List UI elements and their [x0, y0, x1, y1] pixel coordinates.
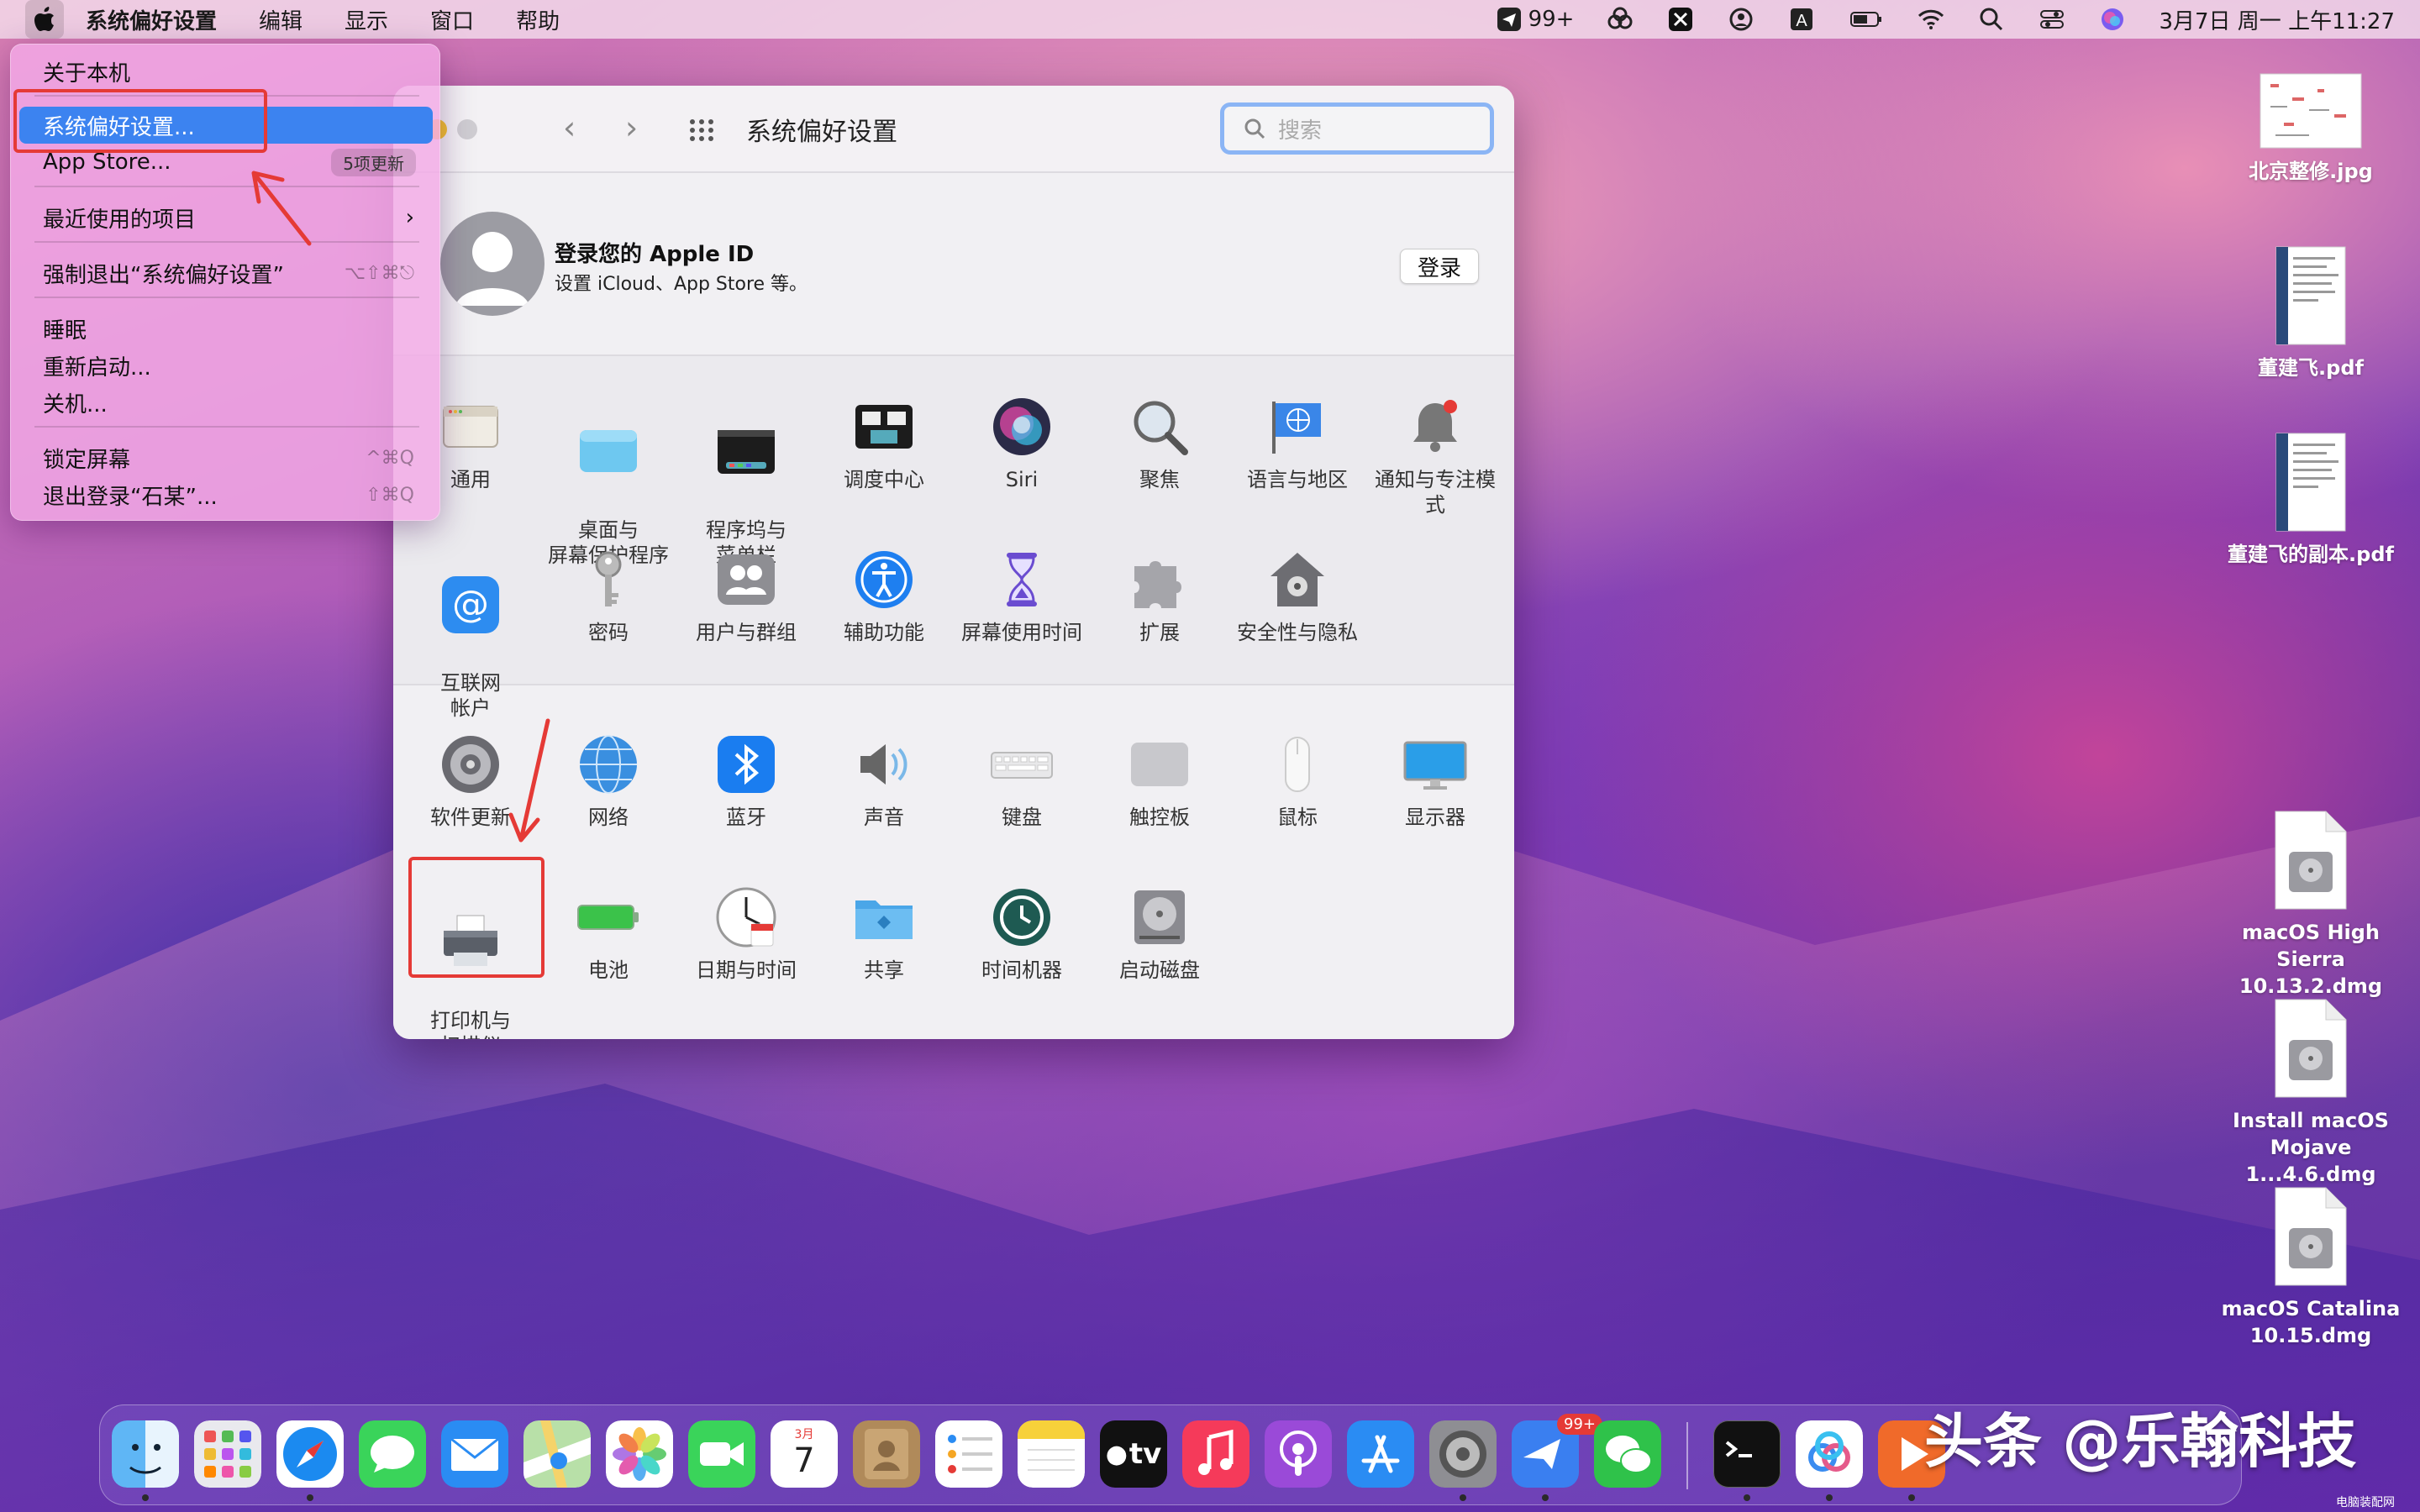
- watermark-small: 电脑装配网: [2336, 1496, 2395, 1509]
- facetime-icon[interactable]: [688, 1420, 755, 1488]
- terminal-icon[interactable]: [1713, 1420, 1781, 1488]
- running-indicator: [1744, 1494, 1750, 1501]
- file-name: macOS Catalina 10.15.dmg: [2221, 1297, 2401, 1347]
- disk-image-icon: [2275, 999, 2347, 1098]
- desktop-file[interactable]: macOS High Sierra 10.13.2.dmg: [2210, 810, 2412, 1000]
- calendar-day: 7: [793, 1441, 815, 1480]
- file-name: 董建飞的副本.pdf: [2228, 543, 2394, 566]
- feishu-icon[interactable]: 99+: [1512, 1414, 1602, 1488]
- contacts-icon[interactable]: [853, 1420, 920, 1488]
- apple-tv-icon[interactable]: ● tv: [1100, 1420, 1167, 1488]
- desktop-file[interactable]: Install macOS Mojave 1...4.6.dmg: [2210, 998, 2412, 1188]
- music-icon[interactable]: [1182, 1420, 1249, 1488]
- running-indicator: [1460, 1494, 1466, 1501]
- photos-icon[interactable]: [606, 1420, 673, 1488]
- calendar-month: 3月: [794, 1428, 814, 1441]
- calendar-icon[interactable]: 3月 7: [771, 1420, 838, 1488]
- running-indicator: [1908, 1494, 1915, 1501]
- watermark: 头条 @乐翰科技: [1924, 1407, 2357, 1476]
- notes-icon[interactable]: [1018, 1420, 1085, 1488]
- pdf-thumbnail-icon: [2275, 246, 2346, 345]
- desktop-file[interactable]: 董建飞的副本.pdf: [2210, 432, 2412, 568]
- baidu-netdisk-icon[interactable]: [1796, 1420, 1863, 1488]
- mail-icon[interactable]: [441, 1420, 508, 1488]
- file-name: 北京整修.jpg: [2249, 160, 2373, 183]
- file-name: macOS High Sierra 10.13.2.dmg: [2238, 921, 2383, 998]
- disk-image-icon: [2275, 1187, 2347, 1286]
- app-store-icon[interactable]: [1347, 1420, 1414, 1488]
- running-indicator: [307, 1494, 313, 1501]
- pdf-thumbnail-icon: [2275, 433, 2346, 532]
- disk-image-icon: [2275, 811, 2347, 910]
- image-thumbnail-icon: [2260, 73, 2362, 149]
- dock-separator: [1686, 1422, 1688, 1489]
- file-name: Install macOS Mojave 1...4.6.dmg: [2233, 1109, 2389, 1186]
- podcasts-icon[interactable]: [1265, 1420, 1332, 1488]
- annotation-arrows: [251, 171, 550, 843]
- running-indicator: [1826, 1494, 1833, 1501]
- launchpad-icon[interactable]: [194, 1420, 261, 1488]
- safari-icon[interactable]: [276, 1420, 344, 1488]
- maps-icon[interactable]: [523, 1420, 591, 1488]
- system-preferences-icon[interactable]: [1429, 1420, 1497, 1488]
- desktop-file[interactable]: 董建飞.pdf: [2210, 245, 2412, 381]
- wechat-icon[interactable]: [1594, 1420, 1661, 1488]
- desktop-file[interactable]: 北京整修.jpg: [2210, 72, 2412, 185]
- finder-icon[interactable]: [112, 1420, 179, 1488]
- desktop-file[interactable]: macOS Catalina 10.15.dmg: [2210, 1186, 2412, 1349]
- running-indicator: [1542, 1494, 1549, 1501]
- reminders-icon[interactable]: [935, 1420, 1002, 1488]
- running-indicator: [142, 1494, 149, 1501]
- file-name: 董建飞.pdf: [2258, 356, 2364, 380]
- messages-icon[interactable]: [359, 1420, 426, 1488]
- tv-label: tv: [1128, 1437, 1162, 1471]
- dock: 3月 7 ● tv 99+: [99, 1404, 2242, 1505]
- apple-logo-icon: ●: [1105, 1439, 1128, 1469]
